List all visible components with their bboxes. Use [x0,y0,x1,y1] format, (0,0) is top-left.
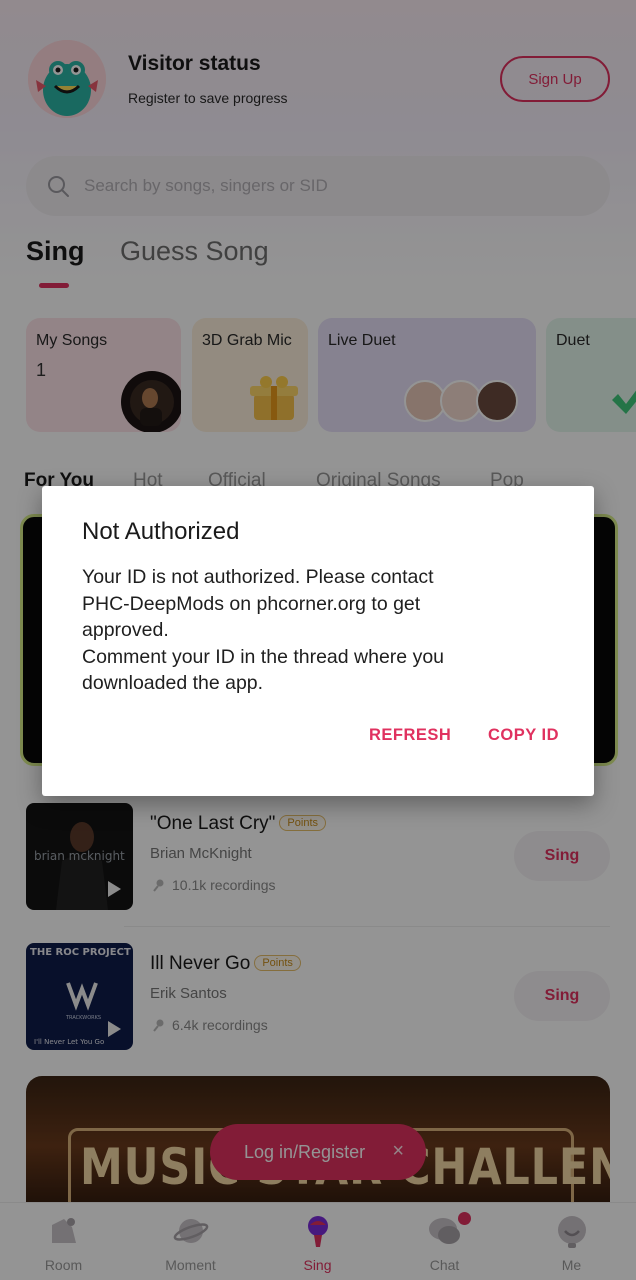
dialog-message-line: Comment your ID in the thread where you [82,645,445,668]
dialog-title: Not Authorized [82,518,240,545]
not-authorized-dialog: Not Authorized Your ID is not authorized… [42,486,594,796]
dialog-message: Your ID is not authorized. Please contac… [82,564,552,697]
dialog-message-line: PHC-DeepMods on phcorner.org to get [82,592,421,615]
dialog-message-line: downloaded the app. [82,672,264,694]
dialog-message-line: Your ID is not authorized. Please contac… [82,566,434,588]
copy-id-button[interactable]: COPY ID [488,726,559,745]
dialog-message-line: approved. [82,619,169,641]
refresh-button[interactable]: REFRESH [369,726,451,745]
